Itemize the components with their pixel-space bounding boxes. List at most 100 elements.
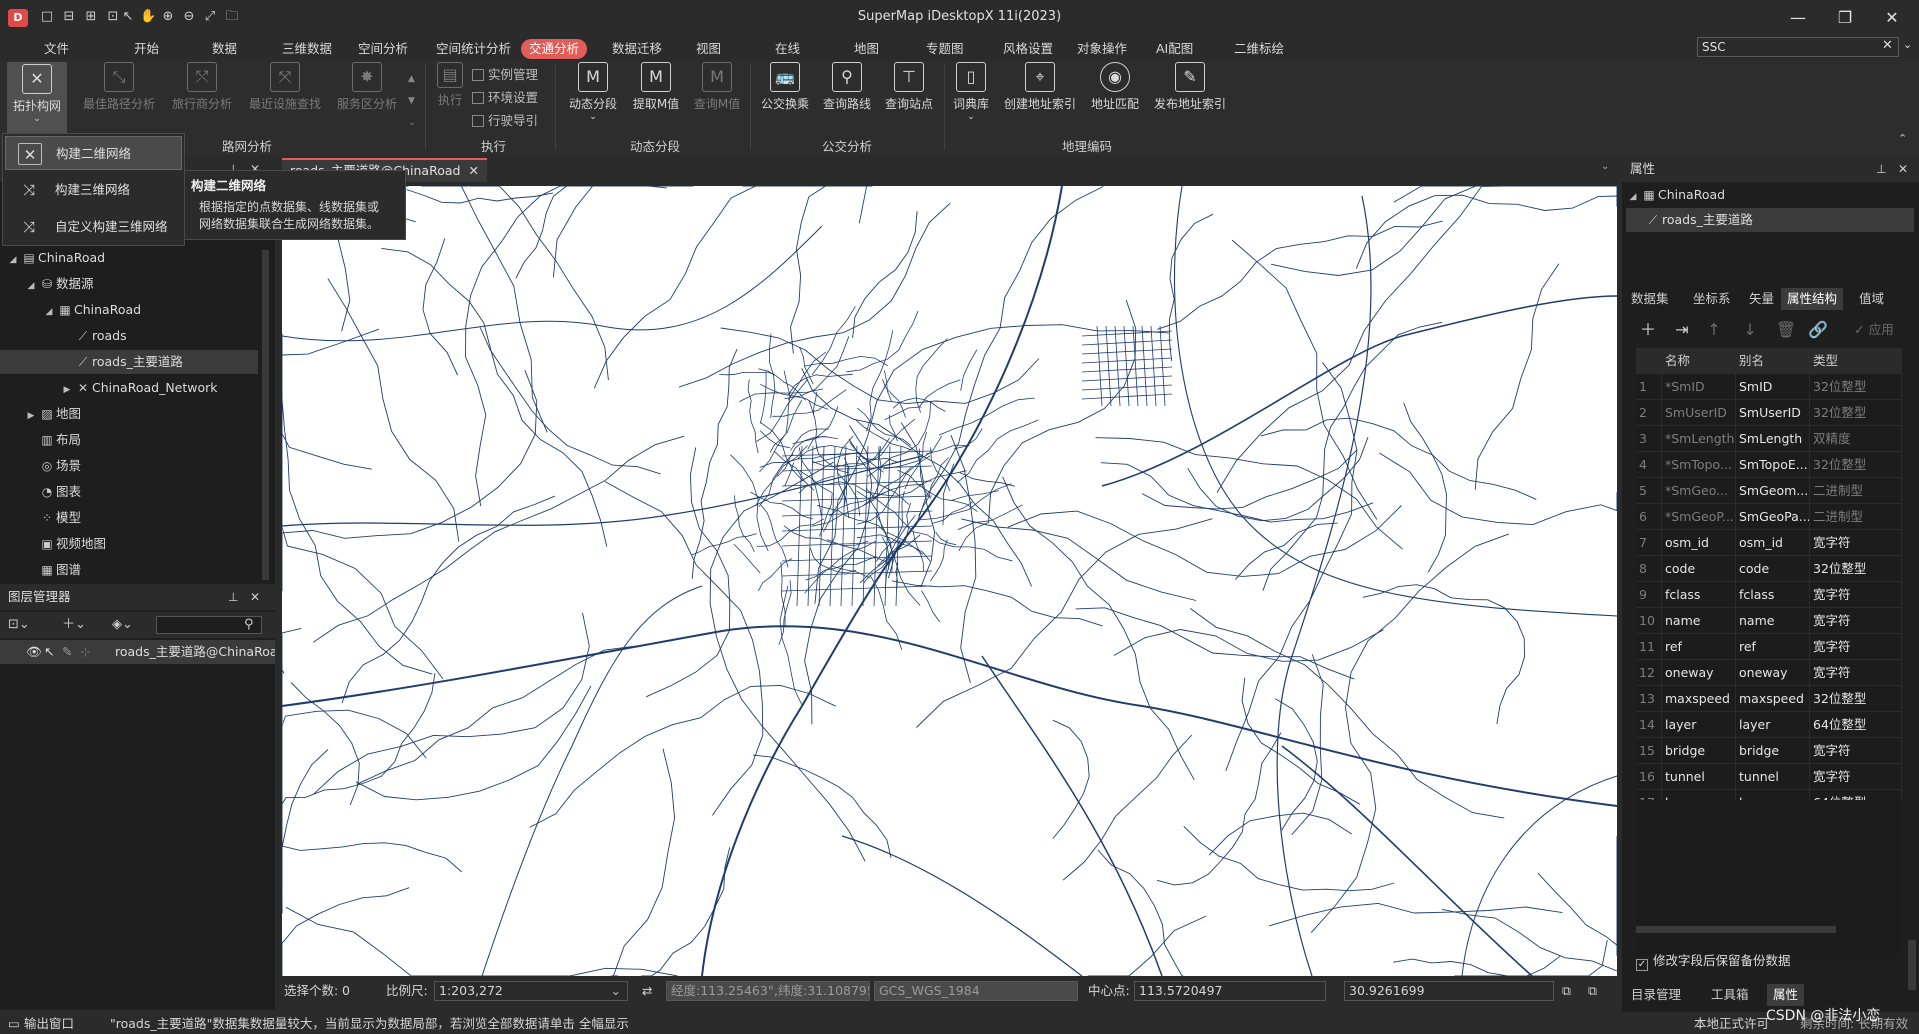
table-cell[interactable]: bridge (1736, 738, 1810, 764)
column-header-alias[interactable]: 别名 (1736, 348, 1810, 374)
table-cell[interactable]: name (1736, 608, 1810, 634)
menu-item-build-3d-network[interactable]: ⤨ 构建三维网络 (5, 173, 182, 207)
tab-13[interactable]: 对象操作 (1069, 39, 1135, 59)
swap-icon[interactable]: ⇄ (642, 981, 652, 1001)
select-icon[interactable]: ↖ (120, 9, 136, 25)
table-cell[interactable]: 32位整型 (1810, 400, 1902, 426)
dock-tab[interactable]: 工具箱 (1705, 984, 1755, 1006)
table-row[interactable]: 7 osm_id osm_id 宽字符 (1636, 530, 1902, 556)
open-layer-icon[interactable]: ⊡⌄ (8, 612, 30, 638)
table-cell[interactable]: 5 (1636, 478, 1662, 504)
table-cell[interactable]: tunnel (1736, 764, 1810, 790)
tab-1[interactable]: 开始 (126, 39, 167, 59)
table-cell[interactable]: 宽字符 (1810, 634, 1902, 660)
full-extent-icon[interactable]: ⤢ (202, 9, 218, 25)
prop-tree-datasource[interactable]: ◢ ▦ ChinaRoad (1626, 183, 1914, 207)
zoom-out-icon[interactable]: ⊖ (181, 9, 197, 25)
property-tab[interactable]: 数据集 (1625, 288, 1675, 310)
expand-icon[interactable]: ◢ (1626, 185, 1640, 209)
delete-icon[interactable]: 🗑 (1774, 318, 1798, 342)
paste-icon[interactable]: ⧉ (1588, 981, 1597, 1001)
chevron-down-icon[interactable]: ⌄ (1601, 161, 1609, 172)
table-cell[interactable]: 宽字符 (1810, 738, 1902, 764)
table-cell[interactable]: 宽字符 (1810, 608, 1902, 634)
selectable-icon[interactable]: ↖ (44, 640, 54, 664)
snap-icon[interactable]: ⊹ (80, 640, 90, 664)
save-as-icon[interactable]: ⊞ (83, 9, 99, 25)
table-cell[interactable]: ref (1662, 634, 1736, 660)
query-station-button[interactable]: ⊤ 查询站点 (880, 62, 938, 112)
table-cell[interactable]: fclass (1662, 582, 1736, 608)
env-settings-check[interactable]: 环境设置 (472, 87, 538, 106)
table-row[interactable]: 6 *SmGeoP... SmGeoPa... 二进制型 (1636, 504, 1902, 530)
maximize-button[interactable]: ❐ (1825, 4, 1865, 32)
extract-m-button[interactable]: M 提取M值 (627, 62, 685, 112)
property-tab[interactable]: 属性结构 (1781, 288, 1844, 310)
link-icon[interactable]: 🔗 (1806, 318, 1830, 342)
table-cell[interactable]: 13 (1636, 686, 1662, 712)
table-row[interactable]: 8 code code 32位整型 (1636, 556, 1902, 582)
keep-backup-checkbox[interactable]: ✓ 修改字段后保留备份数据 (1636, 950, 1791, 971)
table-cell[interactable]: SmUserID (1736, 400, 1810, 426)
table-cell[interactable]: 1 (1636, 374, 1662, 400)
tsp-button[interactable]: ⤲ 旅行商分析 (166, 62, 238, 112)
shortest-path-button[interactable]: ⤡ 最佳路径分析 (80, 62, 158, 112)
table-cell[interactable]: bridge (1662, 738, 1736, 764)
table-cell[interactable]: SmTopoE... (1736, 452, 1810, 478)
dictionary-button[interactable]: ▯ 词典库 ⌄ (948, 62, 994, 122)
tree-item[interactable]: ◔ 图表 (0, 480, 258, 504)
save-icon[interactable]: ⊟ (61, 9, 77, 25)
tree-item[interactable]: ◢ ▤ ChinaRoad (0, 246, 258, 270)
tab-14[interactable]: AI配图 (1148, 39, 1201, 59)
table-cell[interactable]: 32位整型 (1810, 452, 1902, 478)
create-address-index-button[interactable]: ⌖ 创建地址索引 (998, 62, 1082, 112)
expand-icon[interactable]: ▶ (24, 404, 38, 428)
table-cell[interactable]: code (1662, 556, 1736, 582)
table-cell[interactable]: 4 (1636, 452, 1662, 478)
tab-5[interactable]: 空间统计分析 (428, 39, 519, 59)
topology-network-button[interactable]: ✕ 拓扑构网 ⌄ (7, 62, 67, 134)
workspace-scrollbar[interactable] (262, 250, 269, 580)
table-cell[interactable]: 宽字符 (1810, 764, 1902, 790)
tab-9[interactable]: 在线 (767, 39, 808, 59)
closest-facility-button[interactable]: ⤧ 最近设施查找 (244, 62, 326, 112)
table-cell[interactable]: oneway (1662, 660, 1736, 686)
transit-transfer-button[interactable]: 🚌 公交换乘 (756, 62, 814, 112)
table-row[interactable]: 16 tunnel tunnel 宽字符 (1636, 764, 1902, 790)
table-cell[interactable]: *SmID (1662, 374, 1736, 400)
close-icon[interactable]: ✕ (250, 584, 260, 610)
table-cell[interactable]: 9 (1636, 582, 1662, 608)
window-icon[interactable]: ⊡ (105, 9, 121, 25)
table-hscrollbar[interactable] (1636, 926, 1836, 933)
table-cell[interactable]: 15 (1636, 738, 1662, 764)
table-cell[interactable]: 8 (1636, 556, 1662, 582)
tab-4[interactable]: 空间分析 (350, 39, 416, 59)
edit-icon[interactable]: ✎ (62, 640, 72, 664)
table-cell[interactable]: ref (1736, 634, 1810, 660)
tree-item[interactable]: ⟋ roads_主要道路 (0, 350, 258, 374)
tab-3[interactable]: 三维数据 (274, 39, 340, 59)
open-folder-icon[interactable]: 🗀 (224, 9, 240, 25)
table-cell[interactable]: name (1662, 608, 1736, 634)
column-header-name[interactable]: 名称 (1662, 348, 1736, 374)
table-row[interactable]: 15 bridge bridge 宽字符 (1636, 738, 1902, 764)
table-cell[interactable]: code (1736, 556, 1810, 582)
scale-select[interactable]: 1:203,272 ⌄ (434, 981, 628, 1001)
tab-6[interactable]: 交通分析 (521, 39, 588, 59)
dynamic-segment-button[interactable]: M 动态分段 ⌄ (562, 62, 624, 122)
table-cell[interactable]: osm_id (1736, 530, 1810, 556)
tab-7[interactable]: 数据迁移 (604, 39, 670, 59)
property-tab[interactable]: 值域 (1853, 288, 1890, 310)
driving-guide-check[interactable]: 行驶导引 (472, 110, 538, 129)
table-cell[interactable]: tunnel (1662, 764, 1736, 790)
menu-item-custom-3d-network[interactable]: ⤨ 自定义构建三维网络 (5, 210, 182, 244)
search-icon[interactable]: ⚲ (244, 612, 254, 638)
table-cell[interactable]: oneway (1736, 660, 1810, 686)
table-row[interactable]: 10 name name 宽字符 (1636, 608, 1902, 634)
add-field-icon[interactable]: ＋ (1636, 318, 1660, 342)
table-row[interactable]: 5 *SmGeo... SmGeom... 二进制型 (1636, 478, 1902, 504)
table-cell[interactable]: 二进制型 (1810, 478, 1902, 504)
table-cell[interactable]: 12 (1636, 660, 1662, 686)
gallery-scroll-icon[interactable]: ▲ ▼ ⌄ (408, 68, 416, 134)
move-up-icon[interactable]: ↑ (1702, 318, 1726, 342)
